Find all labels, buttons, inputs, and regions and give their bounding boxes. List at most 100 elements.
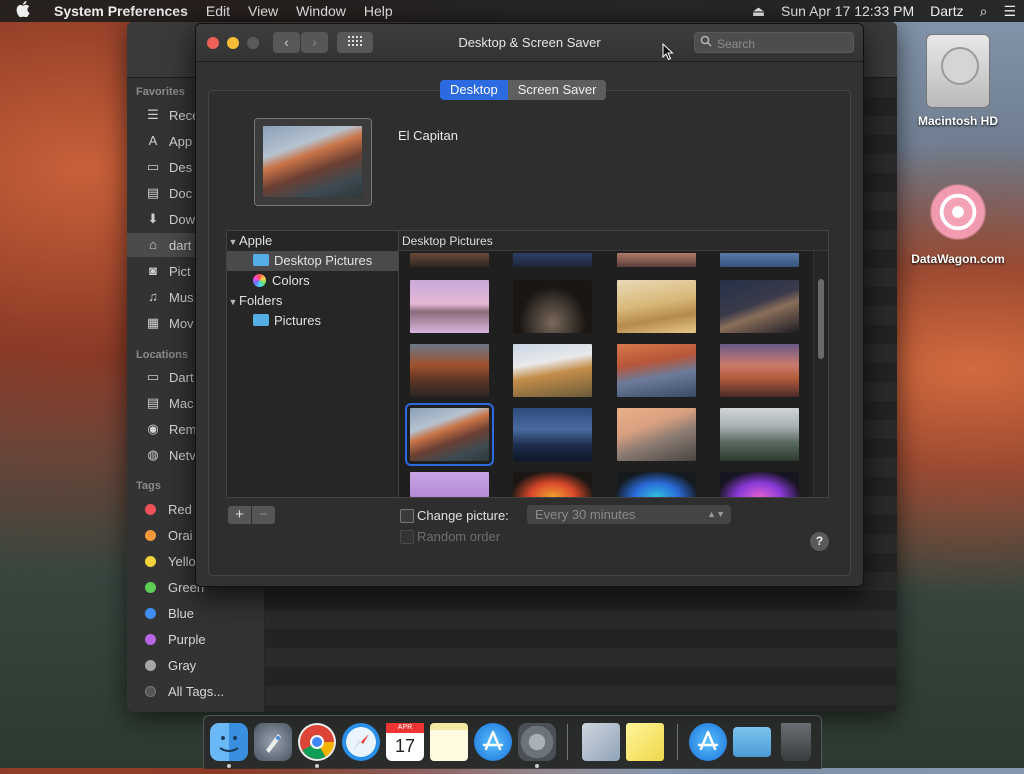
pictures-icon: ◙ [149,263,157,278]
sidebar-item-recents[interactable]: ☰ Rece [145,103,199,127]
scrollbar-knob[interactable] [818,279,824,359]
dock-separator [567,724,568,760]
app-store-icon[interactable] [474,723,512,761]
sidebar-item-movies[interactable]: ▦ Mov [145,311,194,335]
finder-icon[interactable] [210,723,248,761]
wallpaper-thumbnail[interactable] [617,408,696,461]
source-item-pictures[interactable]: Pictures [227,311,399,331]
mouse-cursor-icon [662,43,674,61]
sidebar-item-remote-disc[interactable]: ◉ Rem [145,417,196,441]
disclosure-triangle-icon[interactable]: ▼ [227,232,239,252]
wallpaper-thumbnail[interactable] [720,472,799,497]
sidebar-tag-orange[interactable]: Orai [145,523,193,547]
sidebar-item-documents[interactable]: ▤ Doc [145,181,192,205]
gallery-scrollbar[interactable] [813,251,828,497]
wallpaper-thumbnail[interactable] [513,344,592,397]
wallpaper-thumbnail[interactable] [513,472,592,497]
user-menu[interactable]: Dartz [922,3,971,19]
stickies-icon[interactable] [626,723,664,761]
change-picture-checkbox[interactable] [400,509,414,523]
spotlight-icon[interactable]: ⌕ [972,3,996,20]
search-field[interactable] [694,32,854,53]
apple-menu-icon[interactable] [0,1,46,21]
source-item-desktop-pictures[interactable]: Desktop Pictures [227,251,399,271]
folder-stack-icon[interactable] [733,727,771,757]
sidebar-item-network[interactable]: ◍ Netv [145,443,195,467]
sidebar-tag-red[interactable]: Red [145,497,192,521]
wallpaper-thumbnail[interactable] [513,408,592,461]
sidebar-item-macintosh-hd[interactable]: ▤ Mac [145,391,194,415]
wallpaper-thumbnail[interactable] [410,280,489,333]
wallpaper-thumbnail[interactable] [513,280,592,333]
add-folder-button[interactable]: + [228,506,251,524]
menu-help[interactable]: Help [355,3,402,19]
notes-icon[interactable] [430,723,468,761]
sidebar-tag-gray[interactable]: Gray [145,653,196,677]
wallpaper-thumbnail[interactable] [410,472,489,497]
wallpaper-thumbnail[interactable] [720,280,799,333]
system-preferences-icon[interactable] [518,723,556,761]
sidebar-all-tags[interactable]: All Tags... [145,679,224,703]
clock[interactable]: Sun Apr 17 12:33 PM [773,3,922,19]
help-button[interactable]: ? [810,532,829,551]
running-indicator [315,764,319,768]
random-order-checkbox[interactable] [400,530,414,544]
wallpaper-thumbnail[interactable] [410,344,489,397]
chrome-icon[interactable] [298,723,336,761]
search-input[interactable] [715,35,849,52]
source-item-colors[interactable]: Colors [227,271,399,291]
change-interval-select[interactable]: Every 30 minutes ▲▼ [527,505,731,524]
sidebar-item-label: Doc [169,185,193,201]
sidebar-tag-blue[interactable]: Blue [145,601,194,625]
tab-screen-saver[interactable]: Screen Saver [507,80,607,100]
launchpad-icon[interactable] [254,723,292,761]
tag-dot-icon [145,659,156,671]
menu-view[interactable]: View [239,3,287,19]
remove-folder-button[interactable]: − [252,506,275,524]
wallpaper-thumbnail[interactable] [617,253,696,267]
wallpaper-thumbnail[interactable] [720,253,799,267]
wallpaper-thumbnail[interactable] [720,344,799,397]
wallpaper-thumbnail[interactable] [617,472,696,497]
trash-icon[interactable] [781,723,811,761]
notification-center-icon[interactable]: ☰ [995,3,1024,20]
downloads-stack-icon[interactable] [689,723,727,761]
sidebar-item-computer[interactable]: ▭ Dart [145,365,194,389]
safari-icon[interactable] [342,723,380,761]
sidebar-item-desktop[interactable]: ▭ Des [145,155,192,179]
wallpaper-thumbnail[interactable] [513,253,592,267]
desktop-icon-datawagon[interactable]: DataWagon.com [903,180,1013,266]
sidebar-item-downloads[interactable]: ⬇ Dow [145,207,195,231]
sidebar-item-applications[interactable]: A App [145,129,192,153]
tag-label: Gray [168,657,197,673]
menu-window[interactable]: Window [287,3,355,19]
eject-icon[interactable]: ⏏ [744,3,773,20]
color-wheel-icon [253,274,266,287]
computer-icon: ▭ [146,369,160,384]
source-group-folders[interactable]: ▼ Folders [227,291,399,311]
sidebar-item-music[interactable]: ♫ Mus [145,285,193,309]
desktop-icon: ▭ [146,159,160,174]
disclosure-triangle-icon[interactable]: ▼ [227,292,239,312]
gallery-header: Desktop Pictures [399,231,828,251]
wallpaper-thumbnail-selected[interactable] [405,403,494,466]
wallpaper-thumbnail[interactable] [410,253,489,267]
sidebar-item-pictures[interactable]: ◙ Pict [145,259,191,283]
calendar-icon[interactable]: APR 17 [386,723,424,761]
menu-bar-status: ⏏ Sun Apr 17 12:33 PM Dartz ⌕ ☰ [744,0,1024,22]
menu-edit[interactable]: Edit [197,3,239,19]
tab-desktop[interactable]: Desktop [440,80,508,100]
preview-icon[interactable] [582,723,620,761]
wallpaper-thumbnail[interactable] [720,408,799,461]
wallpaper-thumbnail[interactable] [617,280,696,333]
wallpaper-gallery: Desktop Pictures [398,230,829,498]
tag-dot-icon [145,607,156,619]
source-group-apple[interactable]: ▼ Apple [227,231,399,251]
desktop-icon-macintosh-hd[interactable]: Macintosh HD [903,34,1013,128]
wallpaper-thumbnail[interactable] [617,344,696,397]
desktop-icon-label: Macintosh HD [917,114,998,128]
sidebar-tag-purple[interactable]: Purple [145,627,206,651]
sidebar-tag-yellow[interactable]: Yello [145,549,196,573]
menu-app-name[interactable]: System Preferences [46,3,197,19]
tag-label: All Tags... [168,683,225,699]
